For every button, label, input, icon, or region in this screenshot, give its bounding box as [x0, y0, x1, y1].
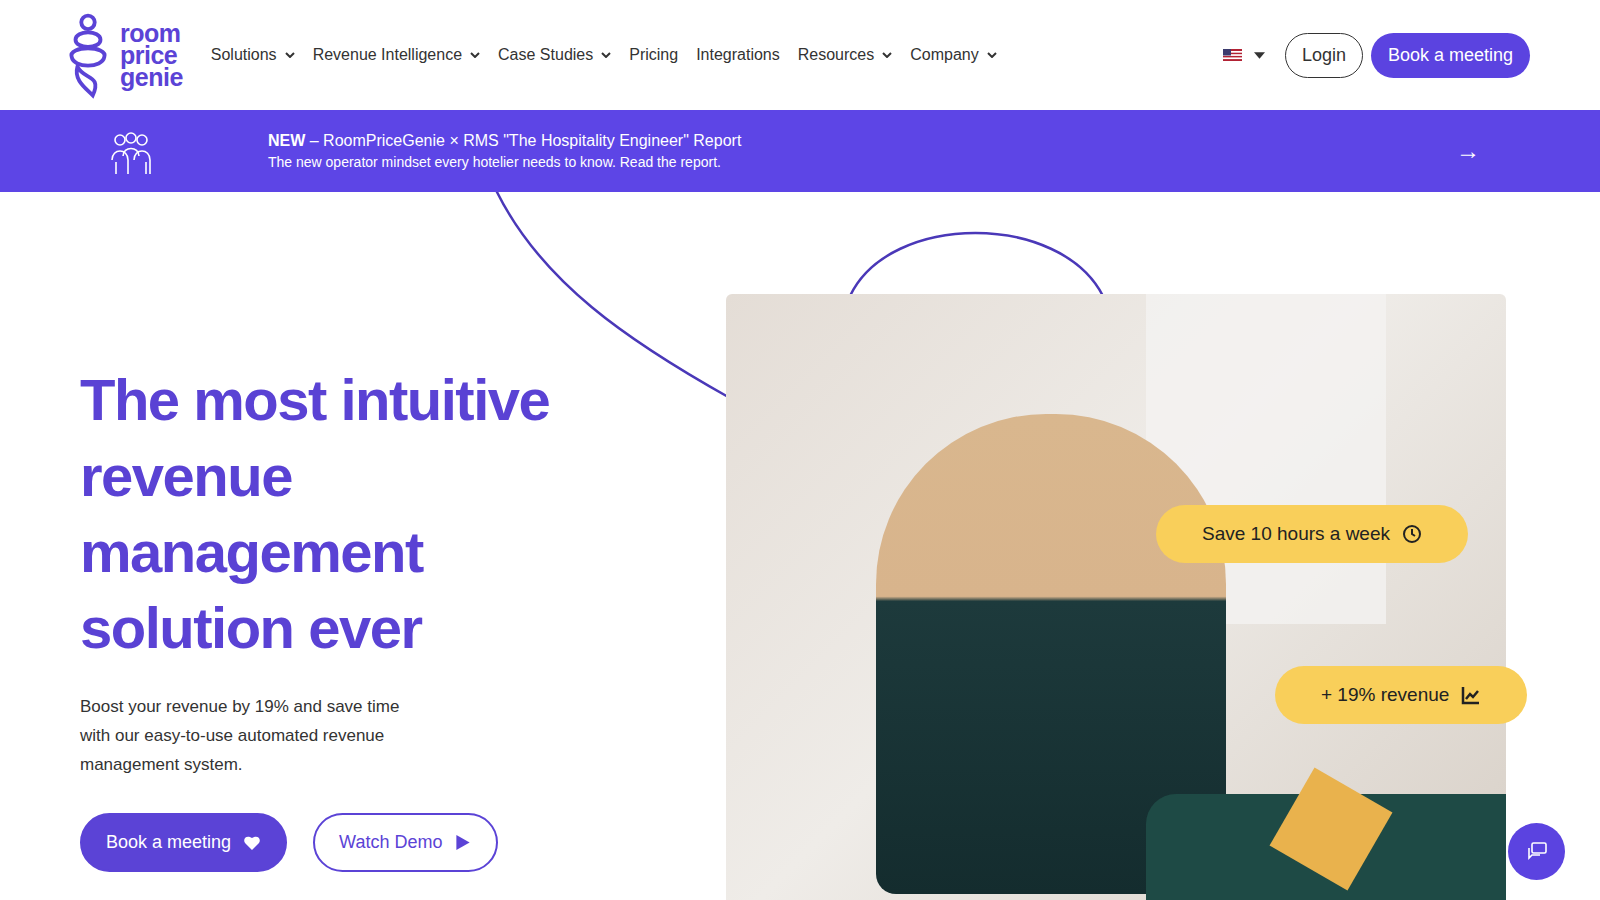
- main-nav: Solutions Revenue Intelligence Case Stud…: [211, 46, 997, 64]
- nav-item[interactable]: Integrations: [696, 46, 780, 64]
- nav-item[interactable]: Case Studies: [498, 46, 611, 64]
- chevron-down-icon: [285, 52, 295, 58]
- chevron-down-icon: [601, 52, 611, 58]
- chevron-down-icon: [987, 52, 997, 58]
- hero: The most intuitiverevenuemanagementsolut…: [0, 192, 1600, 900]
- logo-line: genie: [120, 66, 183, 88]
- us-flag-icon: [1223, 49, 1242, 61]
- chart-icon: [1461, 685, 1481, 705]
- nav-item[interactable]: Revenue Intelligence: [313, 46, 480, 64]
- clock-icon: [1402, 524, 1422, 544]
- stat-badge: + 19% revenue: [1275, 666, 1527, 724]
- header: roompricegenie Solutions Revenue Intelli…: [0, 0, 1600, 110]
- logo-line: room: [120, 22, 183, 44]
- page: roompricegenie Solutions Revenue Intelli…: [0, 0, 1600, 900]
- chevron-down-icon: [470, 52, 480, 58]
- announcement-title: NEW – RoomPriceGenie × RMS "The Hospital…: [268, 132, 741, 150]
- book-meeting-button[interactable]: Book a meeting: [1371, 33, 1530, 78]
- genie-logo-icon: [64, 9, 112, 101]
- hero-description: Boost your revenue by 19% and save time …: [80, 692, 420, 779]
- nav-item[interactable]: Pricing: [629, 46, 678, 64]
- announcement-banner[interactable]: NEW – RoomPriceGenie × RMS "The Hospital…: [0, 110, 1600, 192]
- logo-line: price: [120, 44, 183, 66]
- nav-item[interactable]: Resources: [798, 46, 892, 64]
- logo[interactable]: roompricegenie: [64, 9, 183, 101]
- hero-photo: Save 10 hours a week + 19% revenue: [726, 294, 1506, 900]
- chevron-down-icon: [882, 52, 892, 58]
- heart-icon: [243, 834, 261, 851]
- chat-button[interactable]: [1508, 823, 1565, 880]
- nav-item[interactable]: Company: [910, 46, 996, 64]
- chat-icon: [1525, 840, 1549, 864]
- nav-item[interactable]: Solutions: [211, 46, 295, 64]
- play-icon: [454, 834, 472, 851]
- hero-heading: The most intuitiverevenuemanagementsolut…: [80, 362, 646, 666]
- login-button[interactable]: Login: [1285, 33, 1363, 78]
- outline-hero-button[interactable]: Watch Demo: [313, 813, 498, 872]
- arrow-right-icon[interactable]: →: [1456, 137, 1480, 165]
- announcement-subtitle: The new operator mindset every hotelier …: [268, 154, 741, 170]
- stat-badge: Save 10 hours a week: [1156, 505, 1468, 563]
- people-illustration-icon: [108, 126, 154, 176]
- language-selector[interactable]: [1223, 49, 1265, 61]
- caret-down-icon: [1254, 52, 1265, 59]
- primary-hero-button[interactable]: Book a meeting: [80, 813, 287, 872]
